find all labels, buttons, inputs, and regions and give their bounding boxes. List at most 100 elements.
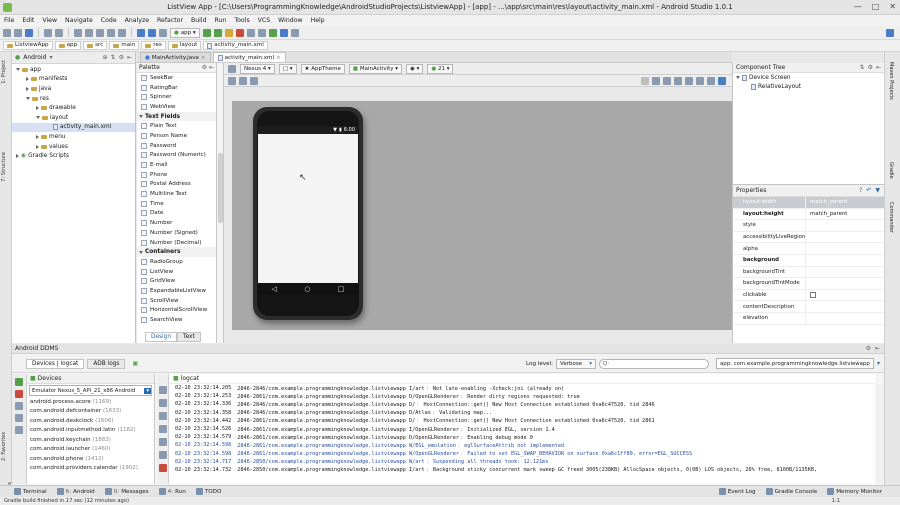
breadcrumb-item[interactable]: layout	[167, 41, 202, 50]
property-row[interactable]: background	[733, 254, 884, 267]
soft-wrap-icon[interactable]	[158, 438, 167, 446]
gear-icon[interactable]: ⚙	[202, 64, 207, 71]
breadcrumb-item[interactable]: app	[54, 41, 82, 50]
breadcrumb-item[interactable]: ListviewApp	[3, 41, 53, 50]
log-line[interactable]: 02-10 23:32:14.717 2846-2850/com.example.…	[169, 458, 875, 466]
collapse-arrow-icon[interactable]	[36, 144, 39, 149]
sdk-manager-icon[interactable]	[257, 28, 266, 37]
error-check-icon[interactable]	[718, 76, 726, 85]
down-stack-icon[interactable]	[158, 425, 167, 433]
zoom-in-icon[interactable]	[674, 76, 682, 85]
android-device-monitor-icon[interactable]	[268, 28, 277, 37]
collapse-arrow-icon[interactable]	[16, 154, 19, 159]
theme-select[interactable]: ★ AppTheme	[300, 63, 345, 74]
editor-tab[interactable]: ● MainActivity.java ×	[140, 52, 211, 62]
restart-icon[interactable]	[158, 464, 167, 472]
log-line[interactable]: 02-10 23:32:14.579 2846-2861/com.example.…	[169, 433, 875, 441]
tab-adb-logs[interactable]: ADB logs	[87, 358, 126, 369]
bottom-tab-memory-monitor[interactable]: Memory Monitor	[827, 488, 882, 495]
property-value[interactable]	[805, 254, 884, 266]
expand-arrow-icon[interactable]	[16, 68, 20, 72]
clear-log-icon[interactable]	[158, 386, 167, 394]
palette-item[interactable]: Multiline Text	[137, 189, 216, 199]
property-value[interactable]	[805, 301, 884, 312]
tab-project[interactable]: 1: Project	[1, 60, 7, 84]
palette-item[interactable]: Phone	[137, 170, 216, 180]
find-icon[interactable]	[107, 28, 115, 37]
align-icon[interactable]	[239, 76, 247, 85]
device-select[interactable]: Nexus 4 ▾	[240, 63, 275, 74]
heap-icon[interactable]	[15, 414, 23, 422]
palette-item[interactable]: Date	[137, 209, 216, 219]
menu-file[interactable]: File	[0, 15, 18, 26]
tree-folder[interactable]: java	[12, 84, 135, 94]
bottom-tab-terminal[interactable]: Terminal	[14, 488, 47, 495]
bottom-tab-gradle-console[interactable]: Gradle Console	[765, 488, 817, 495]
process-item[interactable]: com.android.defcontainer (1633)	[27, 407, 154, 417]
logcat-scrollbar[interactable]	[876, 384, 884, 484]
palette-item[interactable]: Time	[137, 199, 216, 209]
palette-item[interactable]: Number	[137, 218, 216, 228]
menu-analyze[interactable]: Analyze	[121, 15, 153, 26]
palette-item[interactable]: GridView	[137, 276, 216, 286]
process-item[interactable]: com.android.launcher (1460)	[27, 445, 154, 455]
process-item[interactable]: com.android.deskclock (1606)	[27, 416, 154, 426]
menu-edit[interactable]: Edit	[18, 15, 38, 26]
property-row[interactable]: layout:width match_parent	[733, 197, 884, 209]
locale-select[interactable]: ◉ ▾	[406, 63, 424, 74]
log-level-select[interactable]: Verbose ▾	[555, 358, 596, 369]
log-line[interactable]: 02-10 23:32:14.253 2846-2861/com.example.…	[169, 392, 875, 400]
help-icon[interactable]: ?	[859, 187, 862, 194]
collapse-arrow-icon[interactable]	[36, 134, 39, 139]
expand-all-icon[interactable]: ⇅	[860, 64, 865, 71]
expand-arrow-icon[interactable]	[139, 115, 143, 119]
hide-icon[interactable]: ⇤	[127, 54, 132, 61]
device-screen[interactable]	[258, 126, 358, 283]
hide-icon[interactable]: ⇤	[876, 64, 881, 71]
tree-folder[interactable]: ◉ Gradle Scripts	[12, 151, 135, 161]
scrollbar-thumb[interactable]	[218, 153, 223, 223]
undo-icon[interactable]	[44, 28, 52, 37]
menu-help[interactable]: Help	[307, 15, 329, 26]
palette-item[interactable]: ListView	[137, 267, 216, 277]
property-row[interactable]: layout:height match_parent	[733, 208, 884, 221]
property-row[interactable]: contentDescription	[733, 301, 884, 313]
process-item[interactable]: com.android.phone (1412)	[27, 454, 154, 464]
property-row[interactable]: backgroundTint	[733, 266, 884, 279]
menu-build[interactable]: Build	[187, 15, 211, 26]
bottom-tab-event-log[interactable]: Event Log	[718, 488, 756, 495]
cut-icon[interactable]	[74, 28, 82, 37]
property-value[interactable]	[805, 266, 884, 278]
log-line[interactable]: 02-10 23:32:14.732 2846-2850/com.example.…	[169, 466, 875, 474]
settings-icon[interactable]	[707, 76, 715, 85]
tree-device-screen[interactable]: Device Screen	[733, 73, 884, 83]
palette-item[interactable]: Number (Signed)	[137, 228, 216, 238]
bottom-tab-run[interactable]: 4: Run	[158, 488, 186, 495]
copy-icon[interactable]	[85, 28, 93, 37]
tree-folder[interactable]: menu	[12, 132, 135, 142]
property-value[interactable]	[805, 278, 884, 289]
palette-item[interactable]: Password	[137, 141, 216, 151]
palette-item[interactable]: ScrollView	[137, 296, 216, 306]
hide-icon[interactable]: ⇤	[875, 345, 880, 352]
hide-icon[interactable]: ⇤	[209, 64, 214, 71]
device-select[interactable]: Emulator Nexus_5_API_21_x86 Android ▾	[29, 385, 152, 396]
undo-icon[interactable]: ↶	[866, 187, 871, 194]
tree-folder[interactable]: res	[12, 94, 135, 104]
close-icon[interactable]: ×	[276, 55, 281, 61]
activity-select[interactable]: ■ MainActivity ▾	[348, 63, 403, 74]
expand-arrow-icon[interactable]	[736, 76, 740, 80]
tree-folder[interactable]: drawable	[12, 103, 135, 113]
menu-navigate[interactable]: Navigate	[61, 15, 97, 26]
breadcrumb-item[interactable]: activity_main.xml	[203, 41, 268, 50]
log-line[interactable]: 02-10 23:32:14.526 2846-2861/com.example.…	[169, 425, 875, 433]
property-value[interactable]	[805, 243, 884, 254]
open-icon[interactable]	[3, 28, 11, 37]
back-icon[interactable]	[137, 28, 145, 37]
property-row[interactable]: clickable	[733, 289, 884, 302]
property-value[interactable]	[805, 312, 884, 324]
tab-favorites[interactable]: 2: Favorites	[1, 432, 7, 461]
tree-folder[interactable]: values	[12, 142, 135, 152]
global-search-icon[interactable]	[886, 28, 894, 37]
menu-tools[interactable]: Tools	[230, 15, 253, 26]
